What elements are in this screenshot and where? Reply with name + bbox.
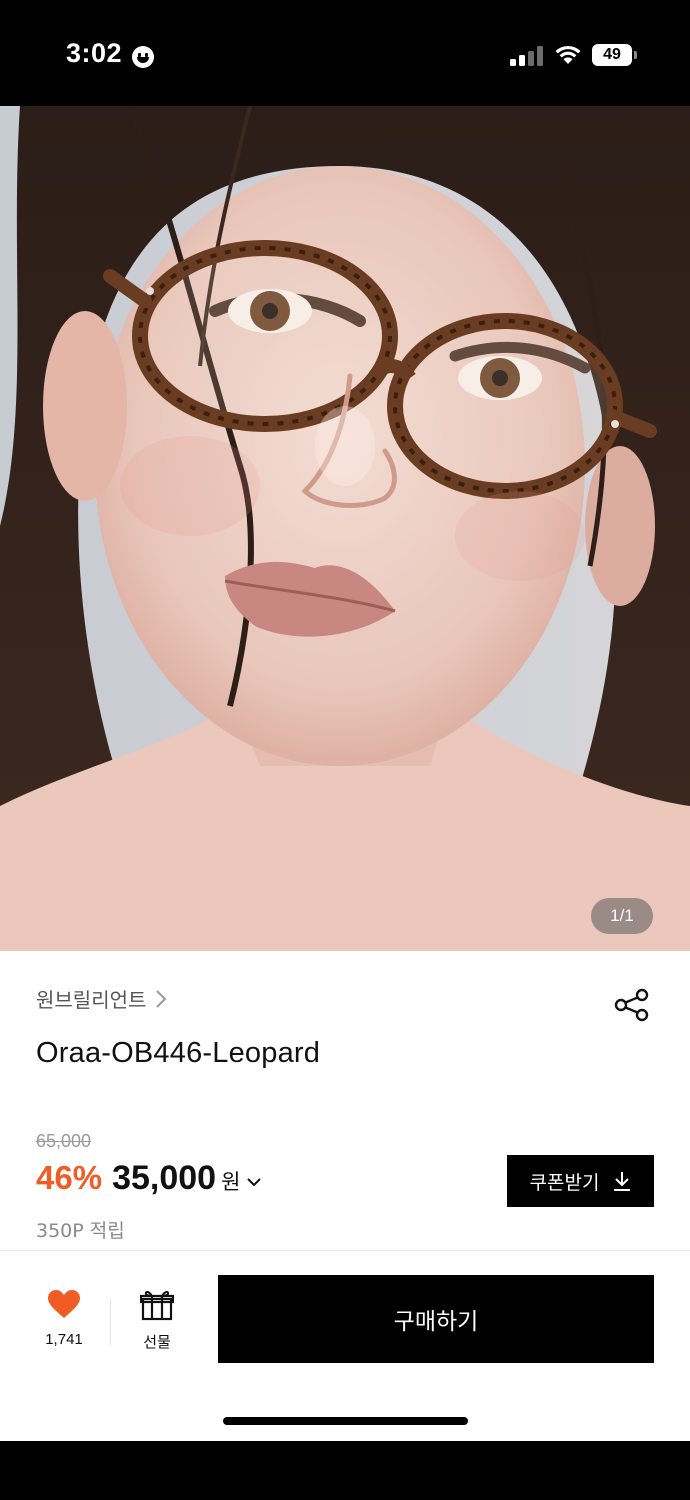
signal-icon [510,46,544,66]
battery-icon: 49 [592,44,632,66]
product-photo-illustration [0,106,690,951]
discount-rate: 46% [36,1159,103,1196]
battery-tip [634,51,637,59]
sale-price: 35,000 [112,1159,217,1197]
separator [110,1299,111,1345]
brand-name: 원브릴리언트 [36,988,147,1012]
chevron-right-icon [156,989,167,1008]
status-bar: 3:02 49 [0,0,690,106]
buy-button[interactable]: 구매하기 [218,1275,654,1363]
share-icon[interactable] [612,987,652,1023]
wifi-icon [555,45,581,64]
reward-points: 350P 적립 [36,1220,125,1242]
price-row[interactable]: 46% 35,000 원 [36,1159,262,1198]
gift-button[interactable]: 선물 [127,1289,187,1359]
divider [0,1250,690,1251]
product-image[interactable] [0,106,690,951]
home-indicator [223,1417,468,1425]
like-button[interactable]: 1,741 [34,1289,94,1359]
status-time: 3:02 [66,38,123,68]
chevron-down-icon[interactable] [246,1176,262,1188]
like-count: 1,741 [45,1331,83,1348]
smiley-icon [132,46,154,68]
coupon-label: 쿠폰받기 [529,1171,600,1194]
gift-icon [139,1290,175,1321]
gift-label: 선물 [143,1333,171,1351]
brand-link[interactable]: 원브릴리언트 [36,984,170,1013]
image-pager: 1/1 [591,898,653,934]
currency-label: 원 [221,1170,241,1194]
heart-icon [48,1290,80,1318]
original-price: 65,000 [36,1131,92,1151]
product-name: Oraa-OB446-Leopard [36,1037,321,1069]
download-icon [614,1172,631,1191]
bottom-bezel [0,1441,690,1500]
coupon-button[interactable]: 쿠폰받기 [507,1155,654,1207]
product-info-panel: 원브릴리언트 Oraa-OB446-Leopard 65,000 46% 35,… [0,951,690,1441]
